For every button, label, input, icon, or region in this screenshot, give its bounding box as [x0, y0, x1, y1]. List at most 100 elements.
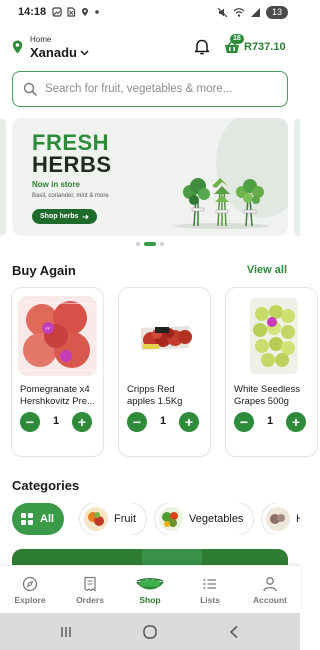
recents-icon: [61, 627, 71, 637]
buy-again-title: Buy Again: [12, 263, 76, 278]
decrease-quantity-button[interactable]: −: [234, 412, 254, 432]
carousel-dot[interactable]: [136, 242, 140, 246]
nav-orders[interactable]: Orders: [60, 566, 120, 614]
view-all-link[interactable]: View all: [247, 264, 287, 276]
banner-subtext: Basil, coriander, mint & more: [32, 193, 109, 199]
banner-tagline: Now in store: [32, 180, 81, 189]
shop-herbs-button[interactable]: Shop herbs: [32, 209, 97, 224]
category-label: All: [40, 513, 55, 525]
location-label: Home: [30, 35, 52, 44]
bell-icon[interactable]: [194, 38, 210, 55]
product-name-line2: Hershkovitz Pre...: [20, 396, 95, 407]
nav-label: Lists: [200, 595, 220, 605]
decrease-quantity-button[interactable]: −: [20, 412, 40, 432]
category-label: H: [296, 513, 300, 525]
signal-icon: [251, 7, 260, 17]
nav-account[interactable]: Account: [240, 566, 300, 614]
home-button[interactable]: [140, 622, 160, 642]
decrease-quantity-button[interactable]: −: [127, 412, 147, 432]
banner-title-line2: HERBS: [32, 152, 112, 177]
back-icon: [229, 625, 238, 639]
peas-icon: [136, 578, 164, 590]
grid-icon: [21, 513, 33, 525]
pomegranate-image: FF: [18, 296, 97, 376]
wifi-icon: [233, 7, 245, 17]
carousel-indicator: [0, 242, 300, 246]
dot-icon: [95, 10, 99, 14]
location-status-icon: [82, 8, 89, 16]
vegetables-thumbnail: [159, 507, 183, 531]
receipt-icon: [84, 576, 96, 592]
promo-banner-peek[interactable]: [12, 549, 288, 565]
mute-icon: [217, 7, 228, 17]
categories-title: Categories: [12, 478, 80, 493]
nav-label: Orders: [76, 595, 104, 605]
bottom-navigation: Explore Orders Shop Lists Account: [0, 565, 300, 613]
location-pin-icon: [12, 40, 23, 54]
nav-shop[interactable]: Shop: [120, 566, 180, 614]
category-chips: All Fruit Vegetables H: [12, 503, 300, 535]
cart-count-badge: 18: [230, 34, 244, 44]
search-icon: [23, 82, 37, 96]
nav-label: Account: [253, 595, 287, 605]
list-icon: [203, 579, 216, 589]
product-name-line2: Grapes 500g: [234, 396, 289, 407]
carousel-dot-active[interactable]: [144, 242, 156, 246]
increase-quantity-button[interactable]: +: [286, 412, 306, 432]
product-card[interactable]: White Seedless Grapes 500g − 1 +: [226, 288, 317, 456]
nav-label: Shop: [139, 595, 161, 605]
product-quantity: 1: [52, 415, 60, 427]
compass-icon: [22, 576, 38, 592]
nav-lists[interactable]: Lists: [180, 566, 240, 614]
product-name: White Seedless: [234, 384, 301, 395]
battery-indicator: 13: [266, 5, 288, 19]
carousel-dot[interactable]: [160, 242, 164, 246]
chevron-down-icon: [80, 49, 89, 56]
category-chip-all[interactable]: All: [12, 503, 65, 535]
app-header: Home Xanadu 18 R737.10: [0, 32, 300, 62]
nav-label: Explore: [14, 595, 46, 605]
category-label: Vegetables: [189, 513, 244, 525]
product-card[interactable]: Cripps Red apples 1.5Kg − 1 +: [119, 288, 210, 456]
arrow-right-icon: [82, 214, 89, 219]
previous-banner-peek[interactable]: [0, 118, 6, 236]
product-card[interactable]: FF Pomegranate x4 Hershkovitz Pre... − 1…: [12, 288, 103, 456]
product-name: Pomegranate x4: [20, 384, 90, 395]
product-name-line2: apples 1.5Kg: [127, 396, 183, 407]
gallery-icon: [52, 7, 62, 17]
red-apples-image: [141, 326, 192, 350]
cart-total[interactable]: R737.10: [244, 41, 286, 53]
product-name: Cripps Red: [127, 384, 175, 395]
search-input[interactable]: Search for fruit, vegetables & more...: [12, 71, 288, 107]
category-chip-herbs[interactable]: H: [262, 503, 300, 535]
back-button[interactable]: [224, 622, 244, 642]
system-navigation-bar: [0, 613, 300, 650]
green-grapes-image: [250, 298, 298, 374]
person-icon: [263, 577, 277, 592]
category-chip-fruit[interactable]: Fruit: [80, 503, 146, 535]
svg-text:FF: FF: [46, 326, 51, 331]
notification-icons: [52, 7, 100, 17]
next-banner-peek[interactable]: [294, 118, 300, 236]
fruit-thumbnail: [84, 507, 108, 531]
location-name: Xanadu: [30, 45, 77, 60]
increase-quantity-button[interactable]: +: [179, 412, 199, 432]
herbs-banner[interactable]: FRESH HERBS Now in store Basil, coriande…: [12, 118, 288, 236]
product-quantity: 1: [266, 415, 274, 427]
shop-herbs-label: Shop herbs: [40, 213, 79, 220]
sim-icon: [67, 7, 76, 17]
search-placeholder: Search for fruit, vegetables & more...: [45, 83, 233, 95]
banner-carousel[interactable]: FRESH HERBS Now in store Basil, coriande…: [0, 118, 300, 236]
home-circle-icon: [143, 625, 157, 639]
product-quantity: 1: [159, 415, 167, 427]
category-label: Fruit: [114, 513, 136, 525]
recents-button[interactable]: [56, 622, 76, 642]
status-bar: 14:18 13: [0, 0, 300, 24]
status-time: 14:18: [18, 6, 47, 18]
herbs-thumbnail: [266, 507, 290, 531]
increase-quantity-button[interactable]: +: [72, 412, 92, 432]
nav-explore[interactable]: Explore: [0, 566, 60, 614]
category-chip-vegetables[interactable]: Vegetables: [155, 503, 254, 535]
location-selector[interactable]: Xanadu: [30, 45, 89, 60]
herbs-illustration: [174, 178, 270, 229]
